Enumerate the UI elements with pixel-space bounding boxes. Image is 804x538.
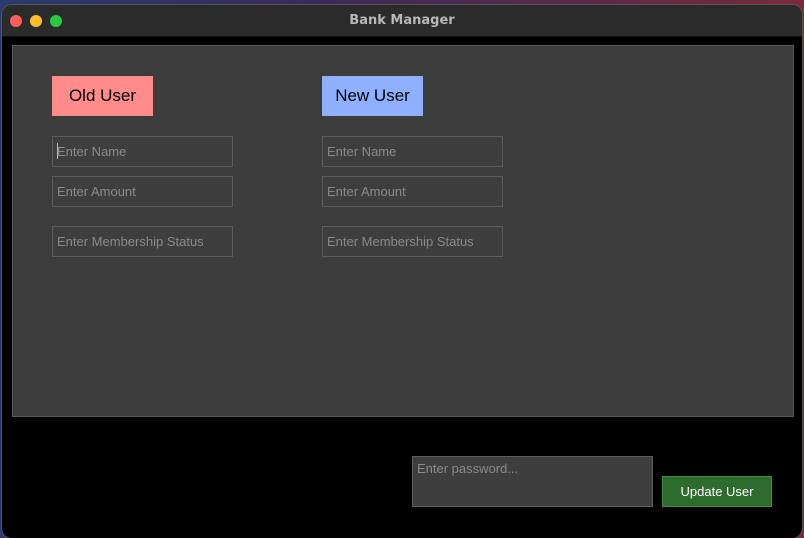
old-user-name-input[interactable] — [52, 136, 233, 167]
old-user-heading: Old User — [52, 76, 153, 116]
user-form-panel: Old User New User — [12, 45, 794, 417]
text-cursor — [57, 143, 58, 159]
app-window: Bank Manager Old User New User Update Us… — [2, 5, 802, 538]
old-user-amount-input[interactable] — [52, 176, 233, 207]
update-user-button[interactable]: Update User — [662, 476, 772, 507]
password-input[interactable] — [412, 456, 653, 507]
old-user-membership-status-input[interactable] — [52, 226, 233, 257]
title-bar: Bank Manager — [2, 5, 802, 37]
new-user-membership-status-input[interactable] — [322, 226, 503, 257]
window-title: Bank Manager — [349, 13, 455, 28]
new-user-name-input[interactable] — [322, 136, 503, 167]
new-user-heading: New User — [322, 76, 423, 116]
new-user-amount-input[interactable] — [322, 176, 503, 207]
